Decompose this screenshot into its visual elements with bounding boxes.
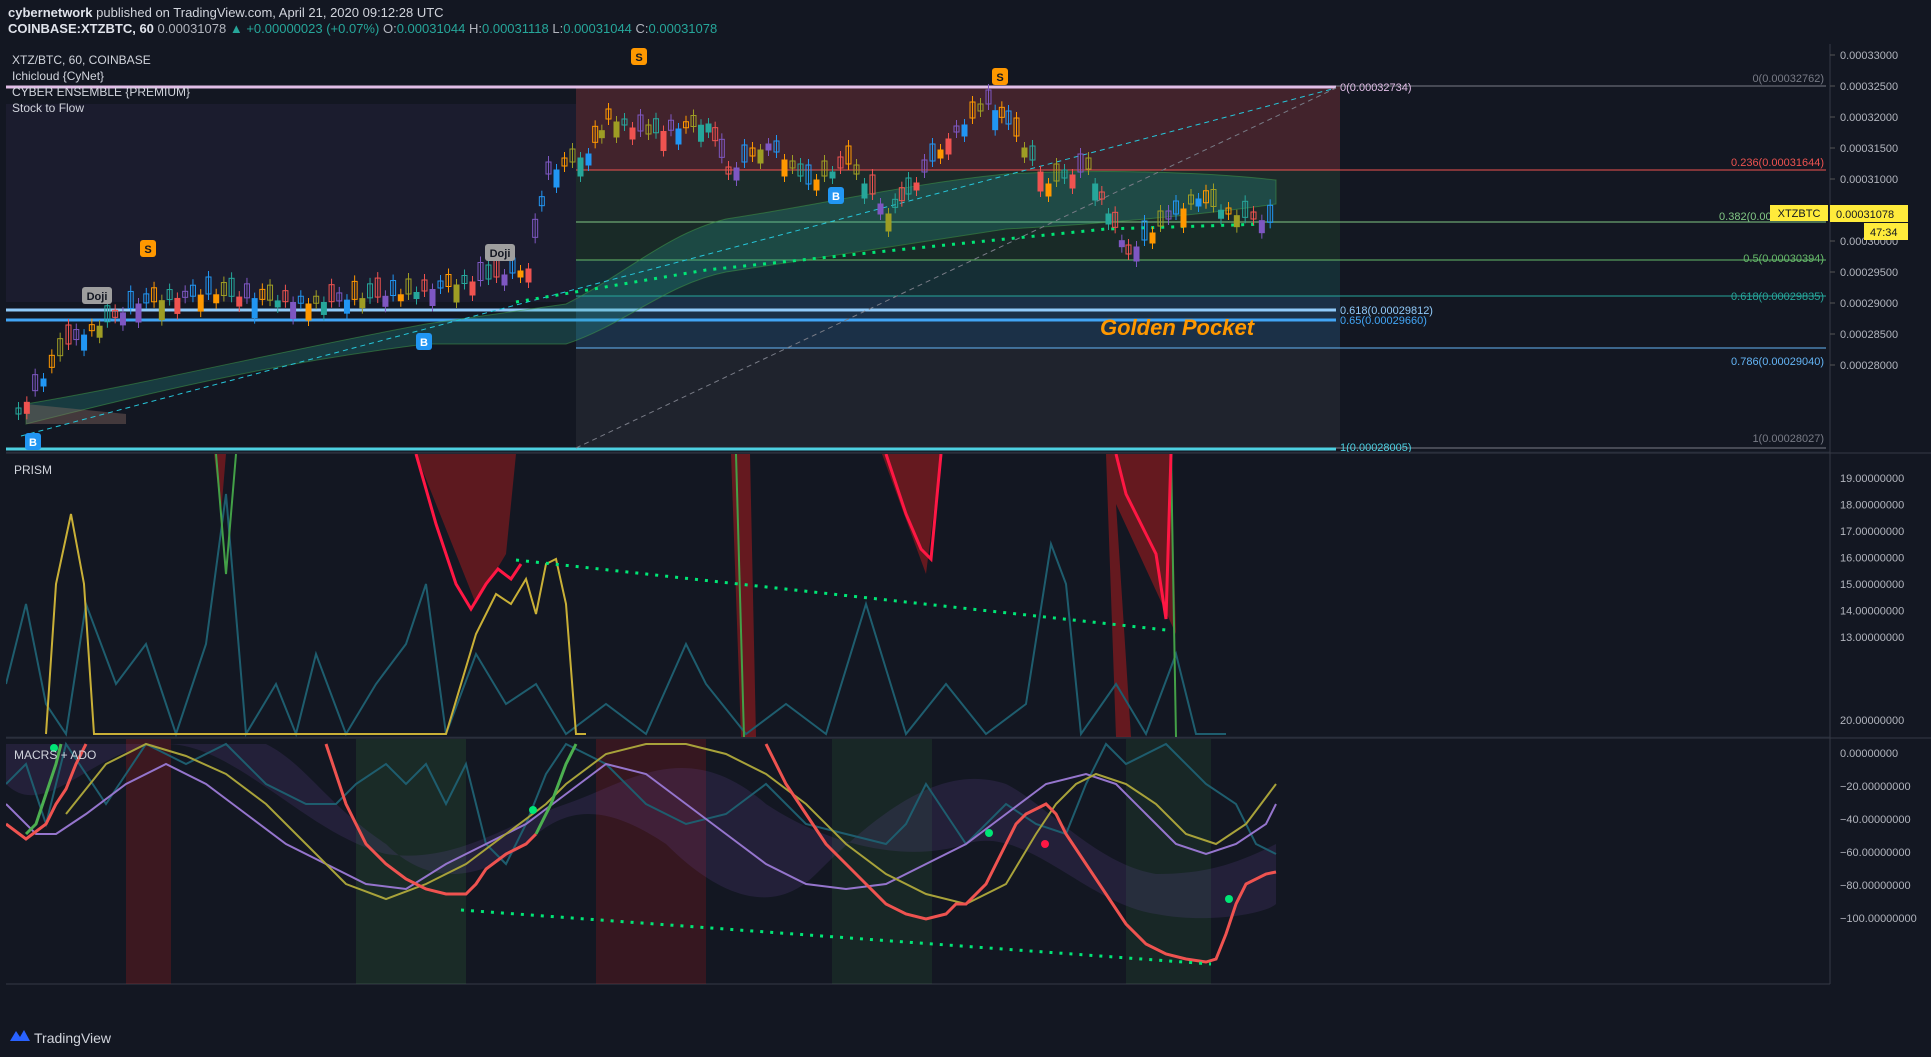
tradingview-brand[interactable]: TradingView [34,1030,111,1046]
macrs-axis-label: −40.00000000 [1840,814,1911,826]
current-price-tag: 0.00031078 [1830,205,1908,222]
svg-text:B: B [420,337,428,349]
svg-text:47:34: 47:34 [1870,227,1898,239]
high-label: H: [469,21,482,36]
price-axis-label: 0.00031000 [1840,174,1898,186]
svg-text:0.00031078: 0.00031078 [1836,209,1894,221]
price-axis-label: 0.00033000 [1840,50,1898,62]
svg-text:S: S [635,52,642,64]
svg-text:Doji: Doji [490,248,511,260]
prism-axis-label: 13.00000000 [1840,632,1904,644]
prism-axis-label: 18.00000000 [1840,500,1904,512]
buy-marker[interactable]: B [416,333,432,350]
macrs-axis-label: 0.00000000 [1840,748,1898,760]
open-label: O: [382,21,397,36]
macrs-axis-label: −80.00000000 [1840,880,1911,892]
chart-header: cybernetwork published on TradingView.co… [0,0,1931,42]
macrs-axis-label: 20.00000000 [1840,715,1904,727]
prism-title[interactable]: PRISM [14,463,52,477]
indicator-legend-ensemble[interactable]: CYBER ENSEMBLE {PREMIUM} [12,85,190,99]
price-axis-label: 0.00028500 [1840,329,1898,341]
sell-marker[interactable]: S [140,240,156,257]
macrs-axis-label: −20.00000000 [1840,781,1911,793]
last-price: 0.00031078 [157,21,227,36]
symbol-label[interactable]: COINBASE:XTZBTC, 60 [8,21,154,36]
price-axis-label: 0.00029000 [1840,298,1898,310]
buy-marker[interactable]: B [828,187,844,204]
close-value: 0.00031078 [648,21,718,36]
svg-text:B: B [832,191,840,203]
price-axis-label: 0.00029500 [1840,267,1898,279]
indicator-legend-stock-to-flow[interactable]: Stock to Flow [12,101,84,115]
macrs-axis-label: −60.00000000 [1840,847,1911,859]
fib-zone-0786-1 [576,348,1340,448]
svg-text:B: B [29,437,37,449]
fib-label-0618-right: 0.618(0.00029835) [1731,291,1824,303]
price-axis-label: 0.00032500 [1840,81,1898,93]
prism-axis-label: 15.00000000 [1840,579,1904,591]
symbol-legend[interactable]: XTZ/BTC, 60, COINBASE [12,53,151,67]
price-axis-label: 0.00031500 [1840,143,1898,155]
price-change: ▲ +0.00000023 (+0.07%) [229,21,380,36]
svg-text:S: S [996,72,1003,84]
footer: TradingView [0,1017,1931,1057]
macrs-title[interactable]: MACRS + ADO [14,748,96,762]
price-axis-label: 0.00032000 [1840,112,1898,124]
high-value: 0.00031118 [482,21,549,36]
symbol-info: COINBASE:XTZBTC, 60 0.00031078 ▲ +0.0000… [8,21,717,36]
prism-axis-label: 14.00000000 [1840,606,1904,618]
countdown-tag: 47:34 [1864,223,1908,240]
chart-area[interactable]: S S S B B B Doji Doji Golden Pocket 0(0.… [6,44,1931,993]
doji-marker[interactable]: Doji [485,244,515,261]
prism-axis-label: 17.00000000 [1840,526,1904,538]
fib-label-0236: 0.236(0.00031644) [1731,157,1824,169]
author-name[interactable]: cybernetwork [8,5,93,20]
fib-label-0-right: 0(0.00032762) [1752,73,1824,85]
sell-marker[interactable]: S [631,48,647,65]
fib-label-1-right: 1(0.00028027) [1752,433,1824,445]
svg-text:XTZBTC: XTZBTC [1778,208,1821,220]
prism-axis-label: 19.00000000 [1840,473,1904,485]
buy-marker[interactable]: B [25,433,41,450]
prism-axis-label: 16.00000000 [1840,553,1904,565]
open-value: 0.00031044 [396,21,466,36]
golden-pocket-label: Golden Pocket [1100,315,1256,340]
publish-date: published on TradingView.com, April 21, … [96,5,444,20]
symbol-price-tag: XTZBTC [1770,205,1828,221]
svg-text:Doji: Doji [87,291,108,303]
fib-zone-0-0236 [576,86,1340,170]
fib-label-0786: 0.786(0.00029040) [1731,356,1824,368]
macrs-axis-label: −100.00000000 [1840,913,1917,925]
low-value: 0.00031044 [563,21,632,36]
fib-label-065-left: 0.65(0.00029660) [1340,315,1427,327]
publish-info: cybernetwork published on TradingView.co… [8,5,444,20]
svg-text:S: S [144,244,151,256]
fib-label-0-left: 0(0.00032734) [1340,82,1412,94]
tradingview-logo-icon[interactable] [10,1027,30,1045]
indicator-legend-ichicloud[interactable]: Ichicloud {CyNet} [12,69,104,83]
low-label: L: [552,21,564,36]
price-axis-label: 0.00028000 [1840,360,1898,372]
fib-label-05: 0.5(0.00030394) [1743,253,1824,265]
doji-marker[interactable]: Doji [82,287,112,304]
sell-marker[interactable]: S [992,68,1008,85]
close-label: C: [635,21,649,36]
